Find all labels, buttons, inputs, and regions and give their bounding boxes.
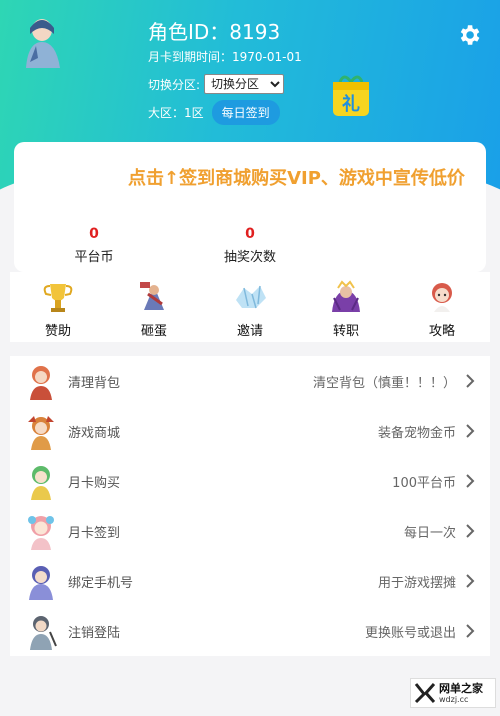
- menu-list: 清理背包 清空背包（慎重！！！） 游戏商城 装备宠物金币 月卡购买 100平台币: [10, 356, 490, 656]
- shortcut-label: 转职: [332, 324, 359, 339]
- shortcut-label: 邀请: [236, 324, 263, 339]
- chevron-right-icon: [466, 424, 475, 438]
- menu-row-logout[interactable]: 注销登陆 更换账号或退出: [10, 606, 490, 656]
- zone-switcher: 切换分区: 切换分区: [148, 74, 285, 94]
- menu-row-game-mall[interactable]: 游戏商城 装备宠物金币: [10, 406, 490, 456]
- gear-icon[interactable]: [456, 22, 482, 48]
- shortcut-label: 攻略: [428, 324, 455, 339]
- shortcut-job-change[interactable]: 转职: [298, 272, 394, 342]
- trophy-icon: [43, 284, 73, 312]
- menu-row-title: 月卡购买: [68, 475, 121, 491]
- area-text: 大区：1区: [148, 106, 204, 120]
- menu-row-value: 装备宠物金币: [377, 425, 456, 441]
- shortcut-egg[interactable]: 砸蛋: [106, 272, 202, 342]
- chevron-right-icon: [466, 574, 475, 588]
- platform-coin-label: 平台币: [74, 250, 114, 265]
- lottery-count-value: 0: [245, 226, 255, 242]
- shortcut-label: 赞助: [44, 324, 71, 339]
- character-avatar-icon: [31, 466, 51, 500]
- monthcard-expiry: 月卡到期时间：1970-01-01: [148, 50, 302, 64]
- zone-label: 切换分区:: [148, 77, 201, 92]
- menu-row-monthcard-signin[interactable]: 月卡签到 每日一次: [10, 506, 490, 556]
- menu-row-value: 100平台币: [392, 475, 456, 491]
- character-avatar-icon: [29, 566, 53, 600]
- zone-select[interactable]: 切换分区: [204, 74, 285, 94]
- menu-row-bind-phone[interactable]: 绑定手机号 用于游戏摆摊: [10, 556, 490, 606]
- avatar[interactable]: [16, 12, 68, 68]
- shortcut-sponsor[interactable]: 赞助: [10, 272, 106, 342]
- menu-row-value: 更换账号或退出: [364, 625, 456, 641]
- character-avatar-icon: [28, 516, 54, 550]
- notice-card: 点击↑签到商城购买VIP、游戏中宣传低价 0 平台币 0 抽奖次数: [14, 142, 486, 272]
- character-avatar-icon: [30, 366, 52, 400]
- gift-icon[interactable]: 礼: [330, 72, 372, 118]
- menu-row-title: 注销登陆: [68, 625, 121, 641]
- menu-row-value: 用于游戏摆摊: [377, 575, 456, 591]
- chevron-right-icon: [466, 374, 475, 388]
- menu-row-clear-bag[interactable]: 清理背包 清空背包（慎重！！！）: [10, 356, 490, 406]
- menu-row-title: 游戏商城: [68, 425, 121, 441]
- area-row: 大区：1区 每日签到: [148, 100, 280, 125]
- shortcut-invite[interactable]: 邀请: [202, 272, 298, 342]
- site-watermark: 网单之家 wdzj.cc: [410, 678, 496, 708]
- role-id: 角色ID：8193: [148, 20, 281, 44]
- platform-coin-value: 0: [89, 226, 99, 242]
- menu-row-value: 每日一次: [403, 525, 456, 541]
- doll-icon: [432, 283, 452, 312]
- watermark-logo-icon: [414, 683, 436, 704]
- notice-marquee: 点击↑签到商城购买VIP、游戏中宣传低价: [128, 168, 465, 189]
- crystal-icon: [236, 285, 266, 309]
- character-avatar-icon: [28, 416, 54, 450]
- menu-row-monthcard-buy[interactable]: 月卡购买 100平台币: [10, 456, 490, 506]
- menu-row-value: 清空背包（慎重！！！）: [312, 375, 456, 391]
- chevron-right-icon: [466, 524, 475, 538]
- character-avatar-icon: [30, 616, 57, 650]
- menu-row-title: 绑定手机号: [68, 575, 134, 591]
- gift-glyph: 礼: [342, 93, 360, 115]
- shortcut-label: 砸蛋: [140, 324, 167, 339]
- warrior-icon: [332, 280, 360, 312]
- shortcut-guide[interactable]: 攻略: [394, 272, 490, 342]
- menu-row-title: 清理背包: [68, 375, 121, 391]
- menu-row-title: 月卡签到: [68, 525, 121, 541]
- lottery-count-label: 抽奖次数: [223, 250, 276, 265]
- chevron-right-icon: [466, 474, 475, 488]
- daily-signin-button[interactable]: 每日签到: [211, 100, 280, 125]
- shortcut-bar: 赞助 砸蛋 邀请 转职 攻略: [10, 272, 490, 342]
- watermark-name: 网单之家: [439, 681, 483, 695]
- hammer-character-icon: [140, 282, 164, 310]
- watermark-url: wdzj.cc: [439, 694, 469, 704]
- chevron-right-icon: [466, 624, 475, 638]
- lottery-count-stat[interactable]: 0 抽奖次数: [190, 226, 310, 265]
- platform-coin-stat[interactable]: 0 平台币: [34, 226, 154, 265]
